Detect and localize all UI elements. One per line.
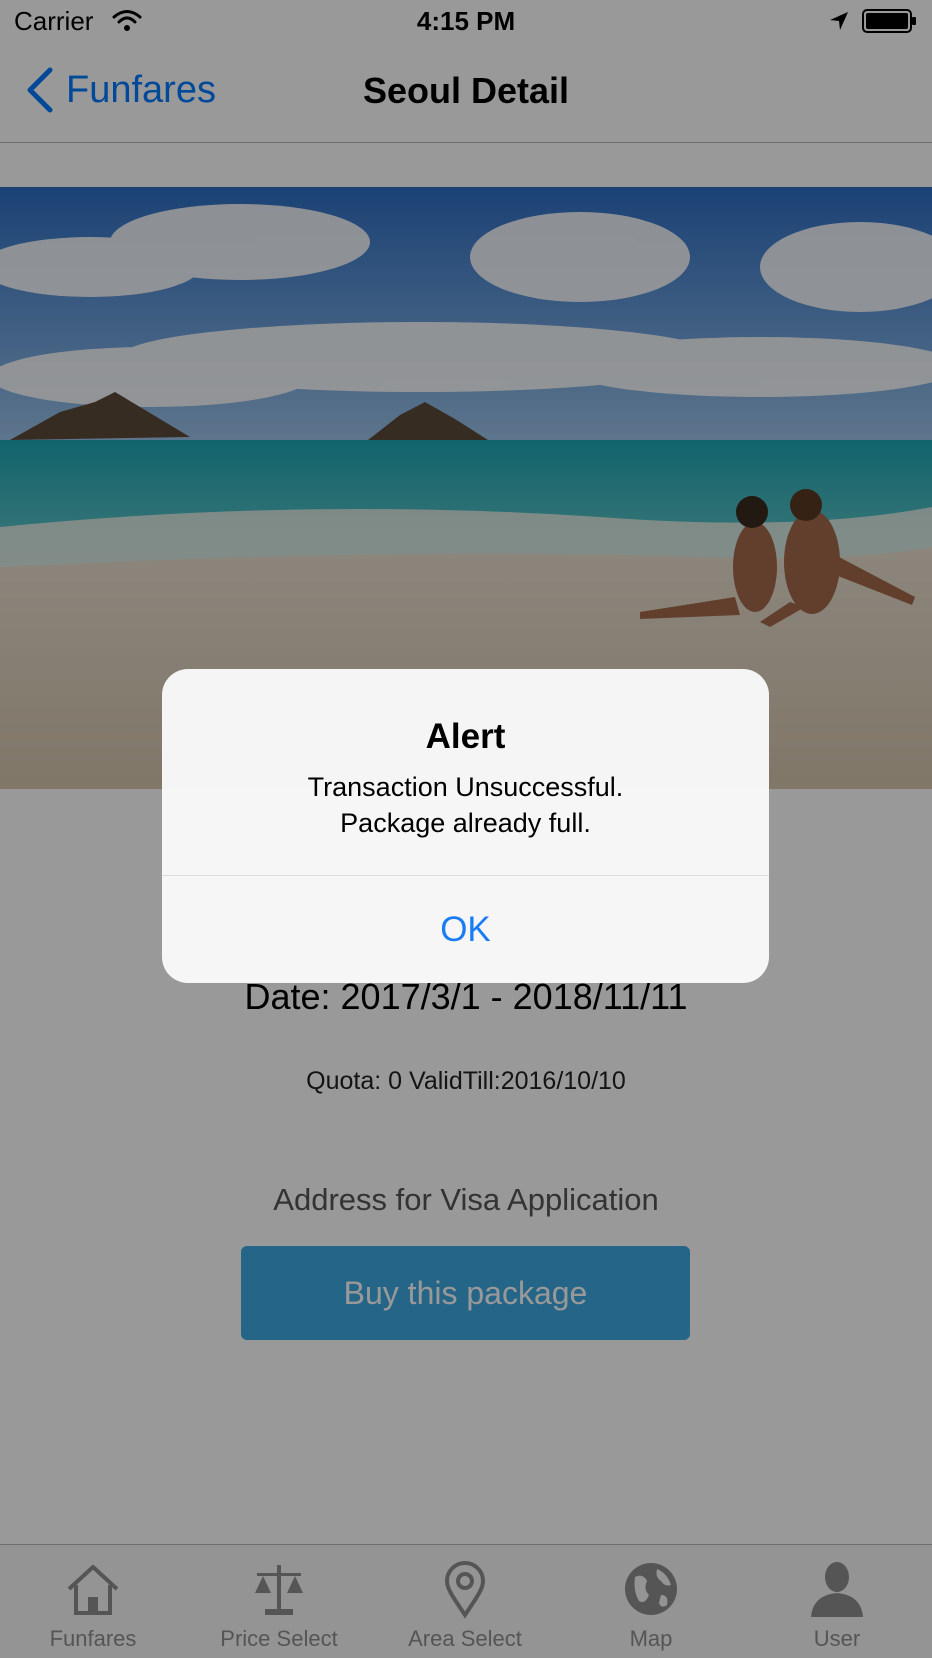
alert-dialog: Alert Transaction Unsuccessful. Package … xyxy=(162,669,769,983)
alert-message-line-2: Package already full. xyxy=(340,808,591,838)
alert-ok-button[interactable]: OK xyxy=(162,876,769,983)
alert-message: Transaction Unsuccessful. Package alread… xyxy=(162,769,769,841)
alert-message-line-1: Transaction Unsuccessful. xyxy=(307,772,624,802)
app-screen: Carrier 4:15 PM Funfares Seoul Detail Da… xyxy=(0,0,932,1658)
alert-title: Alert xyxy=(425,717,506,756)
